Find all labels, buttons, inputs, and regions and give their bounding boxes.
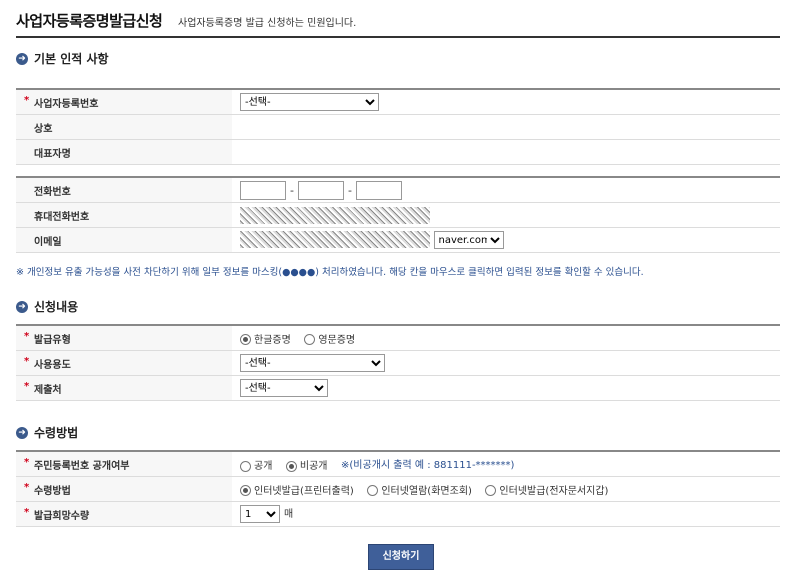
section-request-title: 신청내용 <box>34 300 79 314</box>
email-domain-select[interactable]: naver.com <box>433 231 504 249</box>
qty-unit: 매 <box>284 508 294 520</box>
qty-select[interactable]: 1 <box>240 505 280 524</box>
phone-label: 전화번호 <box>16 176 232 203</box>
phone-field-1[interactable] <box>240 180 286 200</box>
contact-table: 전화번호 - - 휴대전화번호 이메일 naver.com <box>16 176 780 253</box>
method-view[interactable]: 인터넷열람(화면조회) <box>367 482 472 497</box>
section-request-heading: ➜ 신청내용 <box>16 298 78 316</box>
radio-icon <box>485 485 497 496</box>
section-receive-heading: ➜ 수령방법 <box>16 424 78 442</box>
radio-icon <box>367 485 379 496</box>
disclose-note: ※(비공개시 출력 예 : 881111-*******) <box>341 459 515 471</box>
purpose-label: * 사용용도 <box>16 350 232 376</box>
issue-type-english[interactable]: 영문증명 <box>304 331 355 346</box>
method-wallet[interactable]: 인터넷발급(전자문서지갑) <box>485 482 608 497</box>
receive-table: * 주민등록번호 공개여부 공개 비공개 ※(비공개시 출력 예 : 881111… <box>16 450 780 527</box>
arrow-circle-icon: ➜ <box>16 426 28 439</box>
section-receive-title: 수령방법 <box>34 426 79 440</box>
ceo-label: 대표자명 <box>16 139 232 165</box>
page-subtitle: 사업자등록증명 발급 신청하는 민원입니다. <box>178 18 357 29</box>
submit-to-label: * 제출처 <box>16 375 232 401</box>
phone-separator: - <box>348 183 352 197</box>
radio-icon <box>304 334 316 345</box>
email-masked-field[interactable] <box>240 231 430 248</box>
mobile-label: 휴대전화번호 <box>16 202 232 228</box>
phone-field-3[interactable] <box>356 180 402 200</box>
radio-icon <box>240 485 251 496</box>
arrow-circle-icon: ➜ <box>16 52 28 65</box>
masking-notice: ※ 개인정보 유출 가능성을 사전 차단하기 위해 일부 정보를 마스킹(●●●… <box>16 267 644 278</box>
issue-type-korean[interactable]: 한글증명 <box>240 331 291 346</box>
ceo-value <box>232 139 780 165</box>
method-label: * 수령방법 <box>16 476 232 502</box>
section-basic-heading: ➜ 기본 인적 사항 <box>16 50 109 68</box>
arrow-circle-icon: ➜ <box>16 300 28 313</box>
mobile-masked-field[interactable] <box>240 206 430 224</box>
disclose-label: * 주민등록번호 공개여부 <box>16 450 232 477</box>
basic-info-table: * 사업자등록번호 -선택- 상호 대표자명 <box>16 88 780 165</box>
company-value <box>232 114 780 140</box>
phone-separator: - <box>290 183 294 197</box>
section-basic-title: 기본 인적 사항 <box>34 52 109 66</box>
submit-to-select[interactable]: -선택- <box>240 379 328 397</box>
phone-field-2[interactable] <box>298 180 344 200</box>
company-label: 상호 <box>16 114 232 140</box>
submit-button[interactable]: 신청하기 <box>368 544 434 570</box>
purpose-select[interactable]: -선택- <box>240 354 385 372</box>
page-header: 사업자등록증명발급신청 사업자등록증명 발급 신청하는 민원입니다. <box>16 8 780 38</box>
method-print[interactable]: 인터넷발급(프린터출력) <box>240 482 354 497</box>
disclose-private[interactable]: 비공개 <box>285 457 328 472</box>
qty-label: * 발급희망수량 <box>16 501 232 527</box>
bizno-select[interactable]: -선택- <box>240 93 379 111</box>
bizno-label: * 사업자등록번호 <box>16 88 232 115</box>
request-table: * 발급유형 한글증명 영문증명 * 사용용도 -선택- * 제출처 -선택- <box>16 324 780 401</box>
page-title: 사업자등록증명발급신청 <box>16 12 163 30</box>
radio-icon <box>285 460 297 472</box>
disclose-public[interactable]: 공개 <box>240 457 272 472</box>
required-mark: * <box>24 95 30 106</box>
radio-icon <box>240 334 251 345</box>
email-label: 이메일 <box>16 227 232 253</box>
radio-icon <box>240 460 251 472</box>
issue-type-label: * 발급유형 <box>16 324 232 351</box>
